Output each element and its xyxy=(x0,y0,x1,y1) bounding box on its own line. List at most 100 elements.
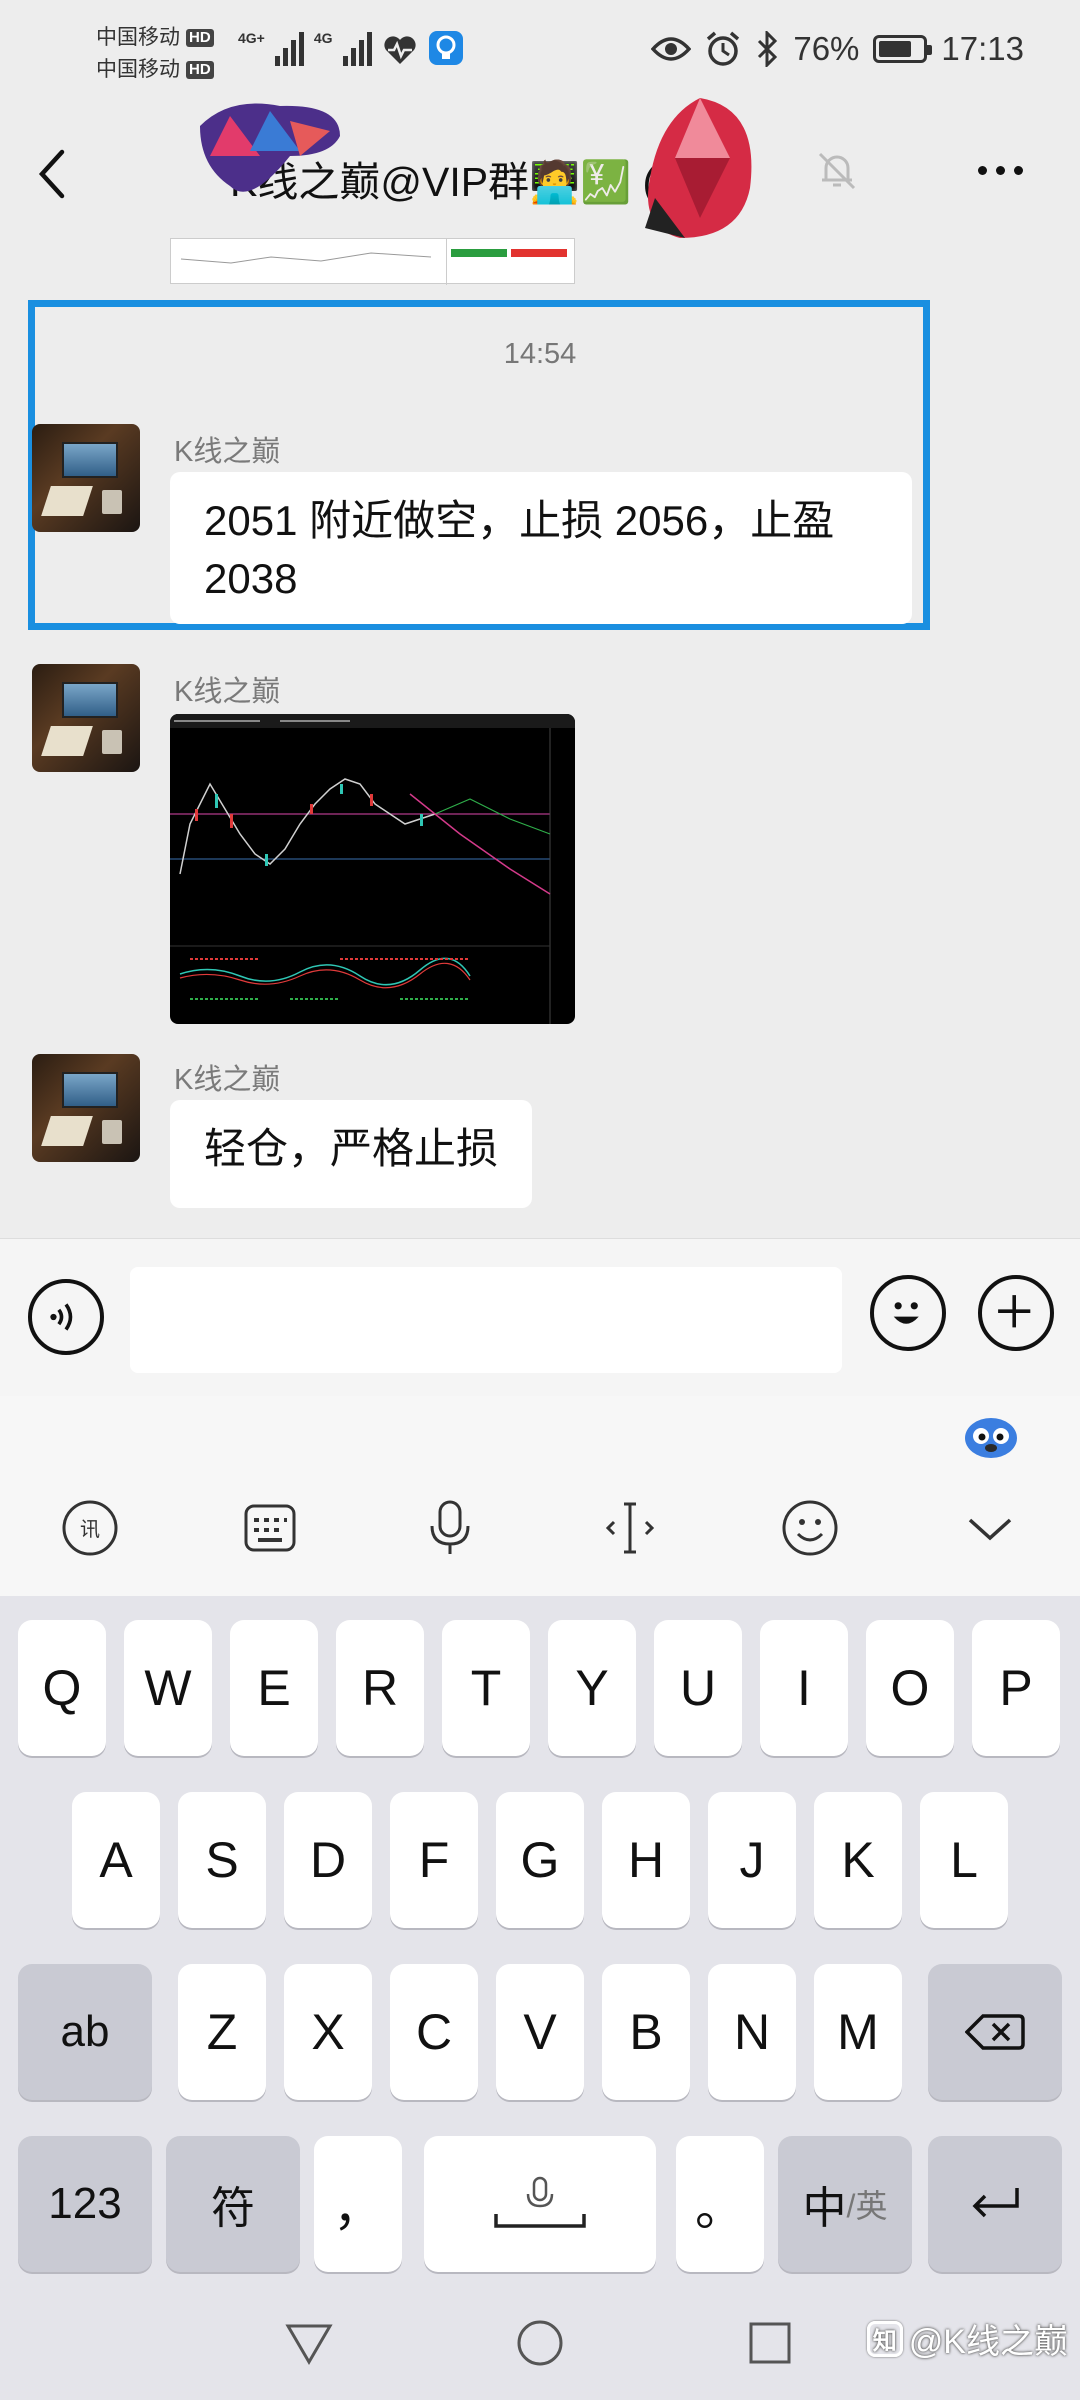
key-g[interactable]: G xyxy=(496,1792,584,1928)
svg-text:讯: 讯 xyxy=(80,1517,100,1541)
key-k[interactable]: K xyxy=(814,1792,902,1928)
key-y[interactable]: Y xyxy=(548,1620,636,1756)
symbols-key[interactable]: 符 xyxy=(166,2136,300,2272)
key-b[interactable]: B xyxy=(602,1964,690,2100)
key-l[interactable]: L xyxy=(920,1792,1008,1928)
backspace-key[interactable] xyxy=(928,1964,1062,2100)
navigation-bar: 知 @K线之巅 xyxy=(0,2286,1080,2400)
status-bar: 中国移动 HD 中国移动 HD 4G+ 4G 76% 17:13 xyxy=(0,0,1080,110)
signal-icons: 4G+ 4G xyxy=(238,30,464,66)
comma-key[interactable]: ， xyxy=(314,2136,402,2272)
eye-icon xyxy=(651,37,692,61)
more-options-button[interactable] xyxy=(978,166,1023,175)
input-bar xyxy=(0,1238,1080,1396)
battery-percent: 76% xyxy=(793,30,860,67)
key-t[interactable]: T xyxy=(442,1620,530,1756)
mute-bell-icon xyxy=(818,152,856,190)
nav-home-icon[interactable] xyxy=(515,2318,565,2368)
nav-back-icon[interactable] xyxy=(284,2318,334,2368)
key-u[interactable]: U xyxy=(654,1620,742,1756)
key-s[interactable]: S xyxy=(178,1792,266,1928)
avatar[interactable] xyxy=(32,1054,140,1162)
message-bubble[interactable]: 轻仓，严格止损 xyxy=(170,1100,533,1208)
chart-image-message[interactable] xyxy=(170,714,575,1024)
bluetooth-icon xyxy=(758,31,778,67)
backspace-icon xyxy=(965,2014,1025,2050)
avatar[interactable] xyxy=(32,424,140,532)
key-v[interactable]: V xyxy=(496,1964,584,2100)
message-timestamp: 14:54 xyxy=(503,338,577,370)
mic-icon[interactable] xyxy=(418,1496,482,1560)
key-n[interactable]: N xyxy=(708,1964,796,2100)
signal-icon-2 xyxy=(342,30,372,66)
key-m[interactable]: M xyxy=(814,1964,902,2100)
key-c[interactable]: C xyxy=(390,1964,478,2100)
message-bubble[interactable]: 2051 附近做空，止损 2056，止盈 2038 xyxy=(170,472,912,624)
battery-icon xyxy=(873,35,933,63)
key-r[interactable]: R xyxy=(336,1620,424,1756)
keyboard-toolbar: 讯 xyxy=(0,1396,1080,1596)
key-j[interactable]: J xyxy=(708,1792,796,1928)
lang-sub-label: /英 xyxy=(846,2188,888,2224)
period-key[interactable]: 。 xyxy=(676,2136,764,2272)
sticker-overlay-icon xyxy=(200,103,340,192)
chat-area[interactable]: 14:54 K线之巅 2051 附近做空，止损 2056，止盈 2038 K线之… xyxy=(0,238,1080,1238)
handwriting-icon[interactable]: 讯 xyxy=(58,1496,122,1560)
title-bar: K线之巅@VIP群🧑‍💻💹 (8) xyxy=(0,98,1080,238)
key-e[interactable]: E xyxy=(230,1620,318,1756)
key-z[interactable]: Z xyxy=(178,1964,266,2100)
mascot-icon[interactable] xyxy=(962,1410,1020,1460)
message-input[interactable] xyxy=(130,1267,842,1373)
watermark: 知 @K线之巅 xyxy=(866,2314,1068,2363)
case-toggle-key[interactable]: ab xyxy=(18,1964,152,2100)
emoji-panel-icon[interactable] xyxy=(778,1496,842,1560)
keyboard: Q W E R T Y U I O P A S D F G H J K L ab… xyxy=(0,1596,1080,2286)
clock: 17:13 xyxy=(941,30,1024,67)
cursor-icon[interactable] xyxy=(598,1496,662,1560)
key-h[interactable]: H xyxy=(602,1792,690,1928)
network-type-1: 4G+ xyxy=(238,30,265,46)
emoji-icon[interactable] xyxy=(870,1275,946,1351)
key-o[interactable]: O xyxy=(866,1620,954,1756)
status-right: 76% 17:13 xyxy=(651,30,1024,68)
zhihu-logo-icon: 知 xyxy=(866,2320,903,2357)
sticker-overlay-icon-2 xyxy=(645,98,752,238)
enter-icon xyxy=(972,2188,1019,2218)
previous-image-table xyxy=(446,239,574,285)
previous-image-thumbnail[interactable] xyxy=(170,238,575,285)
collapse-keyboard-icon[interactable] xyxy=(958,1496,1022,1560)
sender-name: K线之巅 xyxy=(174,436,281,468)
back-arrow-icon[interactable] xyxy=(32,144,72,204)
signal-icon xyxy=(274,30,304,66)
previous-chart-line xyxy=(180,252,432,264)
space-key[interactable] xyxy=(424,2136,656,2272)
lang-main-label: 中 xyxy=(802,2184,847,2233)
sender-name: K线之巅 xyxy=(174,676,281,708)
key-p[interactable]: P xyxy=(972,1620,1060,1756)
alarm-icon xyxy=(707,31,740,66)
carrier-1: 中国移动 xyxy=(96,26,180,49)
watermark-text: @K线之巅 xyxy=(908,2323,1068,2361)
key-a[interactable]: A xyxy=(72,1792,160,1928)
key-f[interactable]: F xyxy=(390,1792,478,1928)
voice-icon[interactable] xyxy=(28,1279,104,1355)
numbers-key[interactable]: 123 xyxy=(18,2136,152,2272)
candlestick-chart-thumbnail xyxy=(170,714,575,1024)
bulb-app-icon xyxy=(428,31,463,65)
key-i[interactable]: I xyxy=(760,1620,848,1756)
carrier-info: 中国移动 HD 中国移动 HD xyxy=(96,22,214,86)
key-d[interactable]: D xyxy=(284,1792,372,1928)
heart-rate-icon xyxy=(383,36,416,64)
nav-recents-icon[interactable] xyxy=(745,2318,795,2368)
avatar[interactable] xyxy=(32,664,140,772)
plus-icon[interactable] xyxy=(978,1275,1054,1351)
key-x[interactable]: X xyxy=(284,1964,372,2100)
sender-name: K线之巅 xyxy=(174,1064,281,1096)
key-w[interactable]: W xyxy=(124,1620,212,1756)
enter-key[interactable] xyxy=(928,2136,1062,2272)
space-mic-icon xyxy=(494,2176,586,2228)
language-switch-key[interactable]: 中/英 xyxy=(778,2136,912,2272)
hd-badge-2: HD xyxy=(186,61,214,79)
key-q[interactable]: Q xyxy=(18,1620,106,1756)
keyboard-icon[interactable] xyxy=(238,1496,302,1560)
